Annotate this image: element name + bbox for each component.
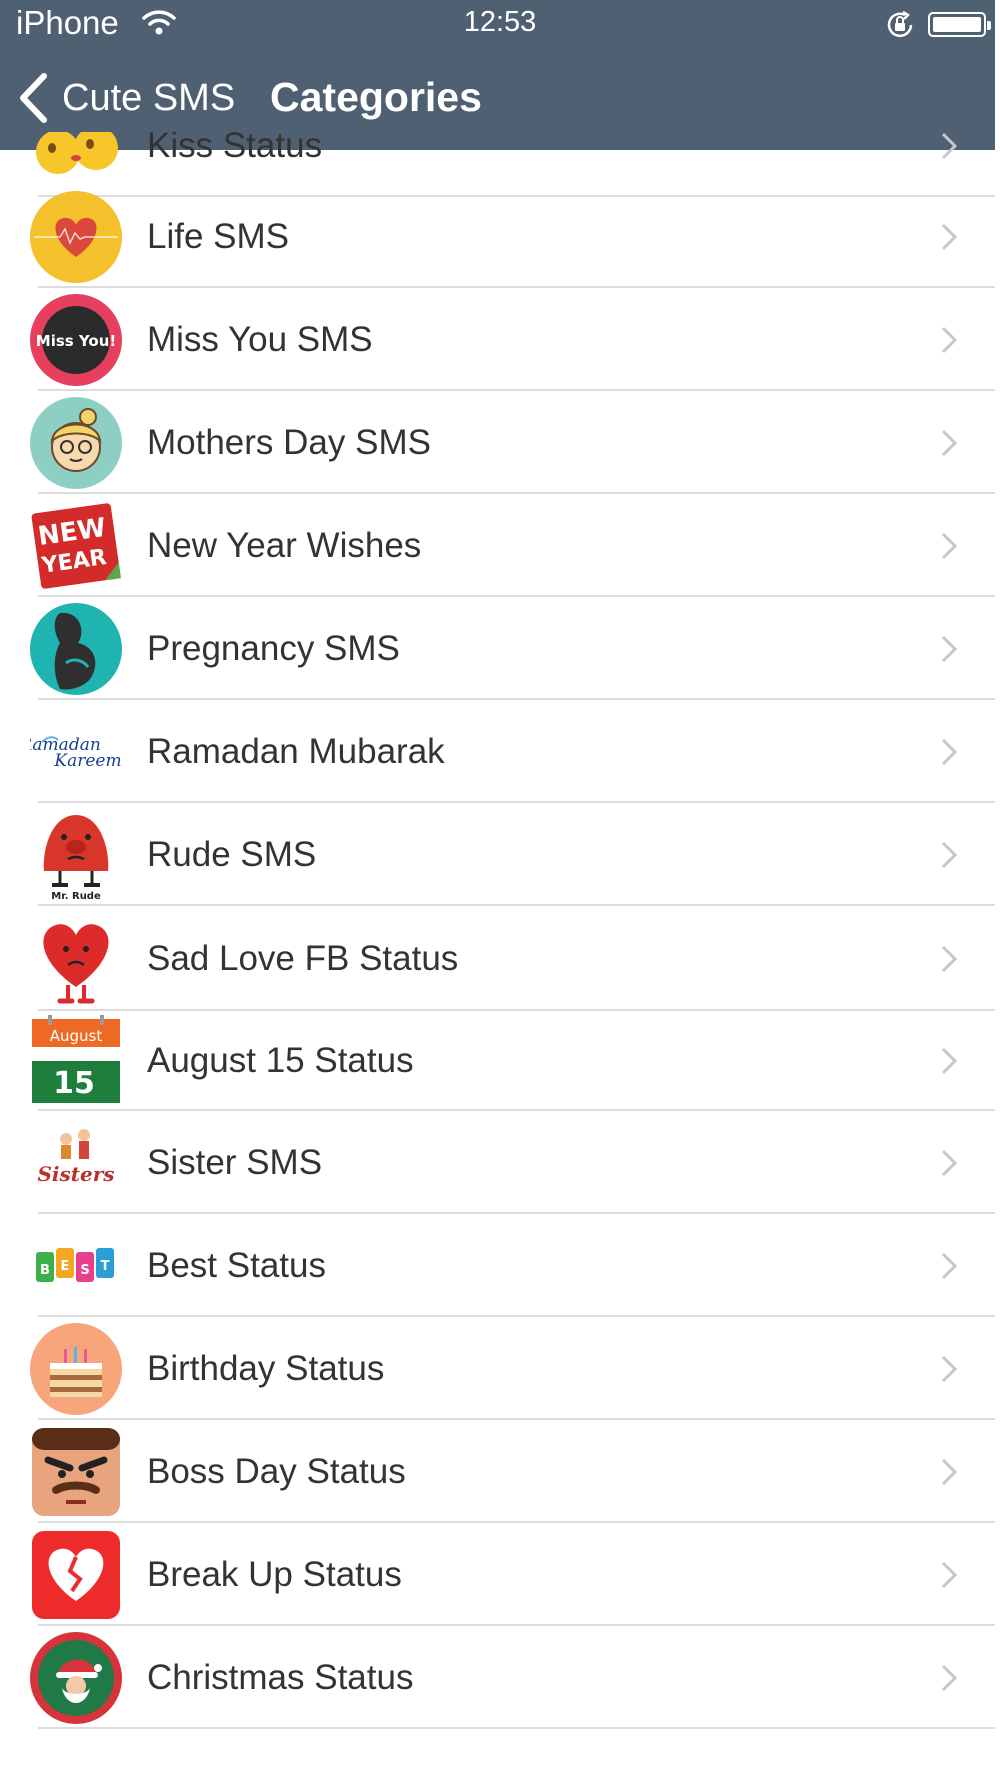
category-row-pregnancy-sms[interactable]: Pregnancy SMS <box>0 597 995 700</box>
category-label: Kiss Status <box>147 132 323 165</box>
category-label: Sad Love FB Status <box>147 938 459 978</box>
sad-heart-icon <box>43 923 109 1003</box>
category-label: New Year Wishes <box>147 525 422 565</box>
pregnancy-icon <box>30 602 122 695</box>
svg-text:T: T <box>101 1259 110 1274</box>
mother-face-icon <box>30 396 122 489</box>
category-label: Pregnancy SMS <box>147 628 400 668</box>
august-15-calendar-icon: August 15 <box>32 1015 120 1103</box>
category-row-miss-you-sms[interactable]: Miss You! Miss You SMS <box>0 288 995 391</box>
kiss-emoji-icon <box>36 132 118 174</box>
category-list[interactable]: Kiss Status Life SMS Miss You! Miss You … <box>0 132 995 1778</box>
svg-text:Mr. Rude: Mr. Rude <box>51 891 101 901</box>
clock: 12:53 <box>463 6 537 38</box>
category-row-birthday-status[interactable]: Birthday Status <box>0 1317 995 1420</box>
category-row-new-year-wishes[interactable]: NEW YEAR New Year Wishes <box>0 494 995 597</box>
miss-you-icon: Miss You! <box>30 293 122 386</box>
chevron-right-icon <box>941 429 958 456</box>
chevron-right-icon <box>941 1664 958 1691</box>
category-row-christmas-status[interactable]: Christmas Status <box>0 1626 995 1729</box>
best-tags-icon: B E S T <box>36 1247 114 1282</box>
svg-text:E: E <box>61 1259 70 1274</box>
category-row-ramadan-mubarak[interactable]: Ramadan Kareem Ramadan Mubarak <box>0 700 995 803</box>
status-bar: iPhone 12:53 <box>0 0 995 48</box>
category-label: Break Up Status <box>147 1554 402 1594</box>
santa-icon <box>30 1631 122 1724</box>
chevron-right-icon <box>941 1047 958 1075</box>
category-row-august-15-status[interactable]: August 15 August 15 Status <box>0 1011 995 1111</box>
chevron-right-icon <box>941 1355 958 1382</box>
battery-icon <box>928 12 991 37</box>
chevron-right-icon <box>941 132 958 159</box>
category-label: Sister SMS <box>147 1142 323 1182</box>
angry-boss-icon <box>32 1427 120 1516</box>
chevron-right-icon <box>941 223 958 250</box>
category-label: Miss You SMS <box>147 319 373 359</box>
back-button-label: Cute SMS <box>62 76 236 119</box>
back-button[interactable]: Cute SMS <box>18 70 235 126</box>
category-label: Life SMS <box>147 216 289 256</box>
category-row-best-status[interactable]: B E S T Best Status <box>0 1214 995 1317</box>
category-row-sad-love-fb-status[interactable]: Sad Love FB Status <box>0 906 995 1011</box>
category-row-rude-sms[interactable]: Mr. Rude Rude SMS <box>0 803 995 906</box>
svg-text:Miss You!: Miss You! <box>36 332 116 350</box>
category-label: Mothers Day SMS <box>147 422 431 462</box>
svg-text:B: B <box>40 1263 50 1278</box>
category-row-sister-sms[interactable]: Sisters Sister SMS <box>0 1111 995 1214</box>
chevron-right-icon <box>941 1561 958 1588</box>
navigation-bar: iPhone 12:53 Cute SMS Categories <box>0 0 995 150</box>
category-label: August 15 Status <box>147 1041 414 1080</box>
chevron-right-icon <box>941 635 958 662</box>
chevron-right-icon <box>941 532 958 559</box>
category-label: Christmas Status <box>147 1657 414 1697</box>
birthday-cake-icon <box>30 1322 122 1415</box>
ramadan-kareem-icon: Ramadan Kareem <box>30 735 122 771</box>
chevron-left-icon <box>20 73 47 123</box>
mr-rude-icon: Mr. Rude <box>43 814 109 901</box>
chevron-right-icon <box>941 841 958 868</box>
svg-text:Kareem: Kareem <box>53 751 121 771</box>
category-label: Rude SMS <box>147 834 317 874</box>
category-label: Ramadan Mubarak <box>147 731 445 771</box>
broken-heart-icon <box>32 1530 120 1619</box>
category-label: Birthday Status <box>147 1348 385 1388</box>
heartbeat-icon <box>30 190 122 283</box>
new-year-tag-icon: NEW YEAR <box>31 502 121 589</box>
chevron-right-icon <box>941 1252 958 1279</box>
rotation-lock-icon <box>887 10 913 38</box>
chevron-right-icon <box>941 945 958 972</box>
svg-text:15: 15 <box>53 1066 95 1101</box>
svg-text:Sisters: Sisters <box>37 1162 114 1186</box>
category-row-boss-day-status[interactable]: Boss Day Status <box>0 1420 995 1523</box>
category-row-life-sms[interactable]: Life SMS <box>0 185 995 288</box>
svg-text:S: S <box>80 1263 89 1278</box>
sisters-icon: Sisters <box>37 1128 115 1186</box>
category-label: Best Status <box>147 1245 326 1285</box>
category-row-break-up-status[interactable]: Break Up Status <box>0 1523 995 1626</box>
chevron-right-icon <box>941 326 958 353</box>
page-title: Categories <box>270 74 482 120</box>
chevron-right-icon <box>941 1458 958 1485</box>
svg-text:August: August <box>50 1027 103 1045</box>
category-label: Boss Day Status <box>147 1451 406 1491</box>
chevron-right-icon <box>941 738 958 765</box>
category-row-mothers-day-sms[interactable]: Mothers Day SMS <box>0 391 995 494</box>
chevron-right-icon <box>941 1149 958 1176</box>
